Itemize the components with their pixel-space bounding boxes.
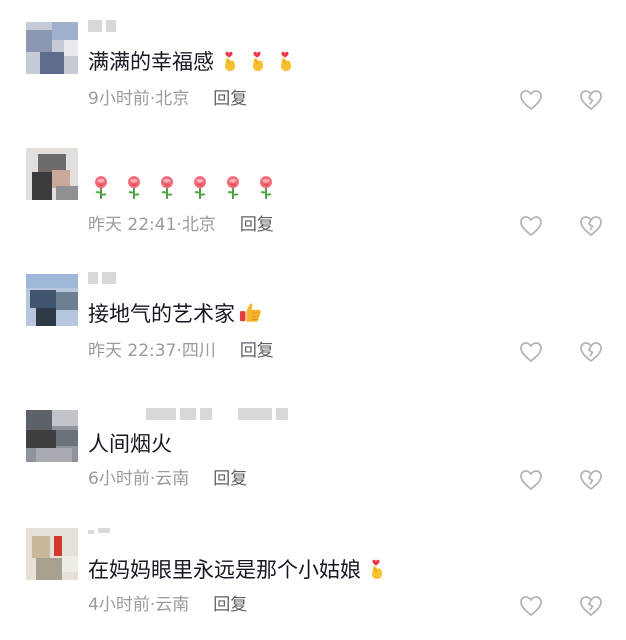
heart-outline-icon[interactable]: [519, 215, 543, 237]
comment-meta: 4小时前·云南 回复: [88, 595, 248, 615]
comment-location: 四川: [181, 341, 216, 361]
username-blurred[interactable]: [146, 408, 292, 422]
comment-time: 9小时前: [88, 89, 150, 109]
comment-text: [88, 174, 279, 204]
thumbs-up-emoji: [239, 300, 263, 324]
username-blurred[interactable]: [88, 20, 120, 34]
finger-heart-emoji: [218, 48, 242, 72]
finger-heart-emoji: [246, 48, 270, 72]
comment-meta: 昨天 22:37·四川 回复: [88, 341, 274, 361]
avatar[interactable]: [26, 410, 78, 462]
finger-heart-emoji: [274, 48, 298, 72]
comment-meta: 9小时前·北京 回复: [88, 89, 248, 109]
broken-heart-icon[interactable]: [579, 341, 603, 363]
avatar[interactable]: [26, 274, 78, 326]
avatar[interactable]: [26, 148, 78, 200]
username-blurred[interactable]: [88, 272, 120, 286]
finger-heart-emoji: [365, 556, 389, 580]
rose-emoji: [220, 174, 246, 200]
comment-location: 云南: [155, 469, 190, 489]
rose-emoji: [187, 174, 213, 200]
comment-item: 在妈妈眼里永远是那个小姑娘 4小时前·云南 回复: [0, 504, 626, 630]
heart-outline-icon[interactable]: [519, 89, 543, 111]
comment-location: 北京: [181, 215, 216, 235]
reply-button[interactable]: 回复: [240, 341, 274, 361]
rose-emoji: [253, 174, 279, 200]
comment-text: 接地气的艺术家: [88, 300, 263, 328]
comment-text: 满满的幸福感: [88, 48, 298, 76]
comment-location: 北京: [155, 89, 190, 109]
reply-button[interactable]: 回复: [213, 469, 247, 489]
comment-item: 满满的幸福感 9小时前·北京 回复: [0, 0, 626, 126]
rose-emoji: [88, 174, 114, 200]
comment-location: 云南: [155, 595, 190, 615]
reply-button[interactable]: 回复: [240, 215, 274, 235]
comment-meta: 昨天 22:41·北京 回复: [88, 215, 274, 235]
comment-item: 人间烟火 6小时前·云南 回复: [0, 378, 626, 504]
comment-time: 6小时前: [88, 469, 150, 489]
reply-button[interactable]: 回复: [213, 595, 247, 615]
comment-text: 在妈妈眼里永远是那个小姑娘: [88, 556, 389, 584]
comment-item: 昨天 22:41·北京 回复: [0, 126, 626, 252]
rose-emoji: [154, 174, 180, 200]
heart-outline-icon[interactable]: [519, 469, 543, 491]
comment-time: 昨天 22:37: [88, 341, 177, 361]
broken-heart-icon[interactable]: [579, 215, 603, 237]
heart-outline-icon[interactable]: [519, 595, 543, 617]
comment-text: 人间烟火: [88, 432, 172, 456]
comment-time: 4小时前: [88, 595, 150, 615]
broken-heart-icon[interactable]: [579, 469, 603, 491]
comment-meta: 6小时前·云南 回复: [88, 469, 248, 489]
comment-item: 接地气的艺术家 昨天 22:37·四川 回复: [0, 252, 626, 378]
reply-button[interactable]: 回复: [213, 89, 247, 109]
comment-time: 昨天 22:41: [88, 215, 177, 235]
avatar[interactable]: [26, 528, 78, 580]
finger-heart-emoji: [214, 50, 298, 74]
broken-heart-icon[interactable]: [579, 595, 603, 617]
username-blurred[interactable]: [88, 524, 114, 538]
avatar[interactable]: [26, 22, 78, 74]
rose-emoji: [121, 174, 147, 200]
heart-outline-icon[interactable]: [519, 341, 543, 363]
broken-heart-icon[interactable]: [579, 89, 603, 111]
